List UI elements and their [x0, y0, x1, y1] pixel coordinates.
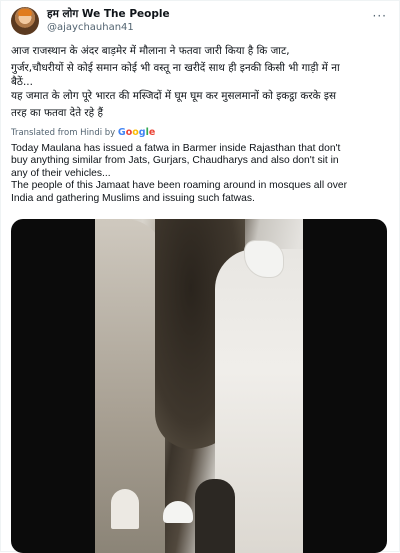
translated-label: Translated from Hindi by — [11, 128, 116, 138]
english-line: India and gathering Muslims and issuing … — [11, 192, 255, 204]
hindi-line: यह जमात के लोग पूरे भारत की मस्जिदों में… — [11, 90, 337, 102]
more-options-icon[interactable]: ··· — [373, 9, 387, 23]
translation-attribution[interactable]: Translated from Hindi by Google — [11, 127, 155, 139]
author-display-name[interactable]: हम लोग We The People — [47, 7, 170, 21]
english-line: Today Maulana has issued a fatwa in Barm… — [11, 143, 341, 154]
avatar-icon[interactable] — [11, 7, 39, 35]
hindi-line: आज राजस्थान के अंदर बाड़मेर में मौलाना न… — [11, 45, 290, 57]
video-frame[interactable] — [95, 219, 303, 553]
tweet-text-hindi: आज राजस्थान के अंदर बाड़मेर में मौलाना न… — [11, 43, 391, 122]
video-scene — [163, 501, 193, 523]
hindi-line: बैठें... — [11, 76, 33, 88]
tweet-header: हम लोग We The People @ajaychauhan41 ··· — [11, 7, 391, 41]
author-handle[interactable]: @ajaychauhan41 — [47, 21, 170, 35]
english-line: buy anything similar from Jats, Gurjars,… — [11, 155, 339, 167]
google-logo: Google — [117, 127, 156, 138]
video-scene — [195, 479, 235, 553]
english-line: The people of this Jamaat have been roam… — [11, 180, 347, 192]
video-scene — [111, 489, 139, 529]
hindi-line: गुर्जर,चौधरीयों से कोई समान कोई भी वस्तू… — [11, 62, 340, 74]
author-names[interactable]: हम लोग We The People @ajaychauhan41 — [47, 7, 170, 35]
tweet-card: हम लोग We The People @ajaychauhan41 ··· … — [0, 0, 400, 553]
hindi-line: तरह का फतवा देते रहे हैं — [11, 107, 104, 119]
english-line: any of their vehicles... — [11, 167, 111, 179]
tweet-video[interactable] — [11, 219, 387, 553]
tweet-text-english: Today Maulana has issued a fatwa in Barm… — [11, 143, 393, 205]
